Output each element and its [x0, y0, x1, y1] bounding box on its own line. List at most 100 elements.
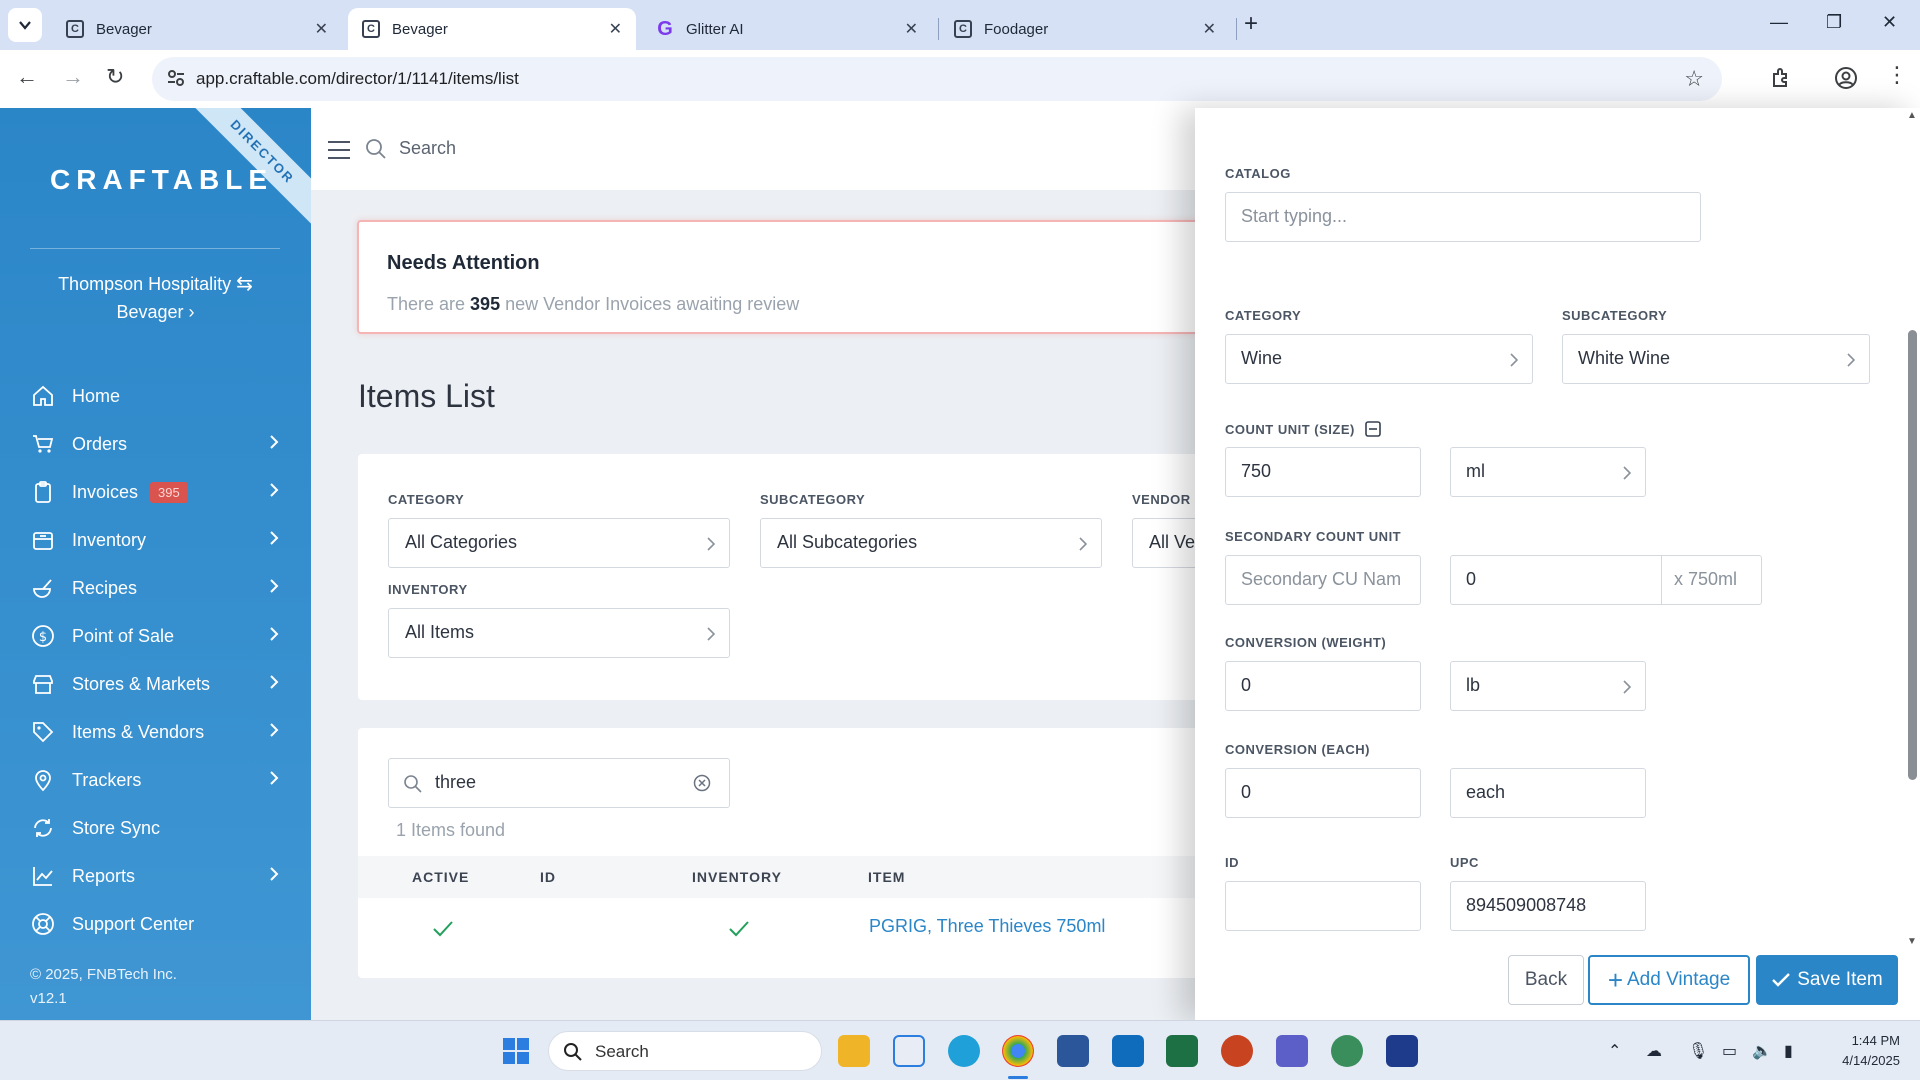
profile-icon[interactable] [1834, 66, 1858, 90]
powerpoint-icon[interactable] [1221, 1035, 1253, 1067]
sidebar-item-trackers[interactable]: Trackers [0, 756, 311, 804]
site-info-icon[interactable] [166, 68, 186, 88]
teams-icon[interactable] [1276, 1035, 1308, 1067]
snipping-tool-icon[interactable] [893, 1035, 925, 1067]
home-icon [30, 383, 56, 409]
clear-search-icon[interactable] [693, 774, 711, 792]
upc-input[interactable]: 894509008748 [1450, 881, 1646, 931]
tab-title: Glitter AI [686, 20, 744, 38]
hamburger-menu-icon[interactable] [327, 140, 351, 160]
conversion-each-uom[interactable]: each [1450, 768, 1646, 818]
edge-icon[interactable] [948, 1035, 980, 1067]
chevron-right-icon [270, 771, 279, 785]
sidebar-item-orders[interactable]: Orders [0, 420, 311, 468]
sidebar-item-store-sync[interactable]: Store Sync [0, 804, 311, 852]
count-unit-size-input[interactable]: 750 [1225, 447, 1421, 497]
global-search-input[interactable]: Search [399, 138, 456, 159]
collapse-square-icon[interactable] [1365, 421, 1381, 437]
store-icon [30, 671, 56, 697]
close-tab-icon[interactable]: ✕ [609, 19, 622, 39]
browser-menu-icon[interactable]: ⋮ [1886, 62, 1908, 88]
category-filter-select[interactable]: All Categories [388, 518, 730, 568]
inventory-filter-select[interactable]: All Items [388, 608, 730, 658]
close-tab-icon[interactable]: ✕ [905, 19, 918, 39]
sidebar-item-support-center[interactable]: Support Center [0, 900, 311, 948]
browser-tab-2[interactable]: C Bevager ✕ [348, 8, 636, 50]
browser-tab-4[interactable]: C Foodager ✕ [940, 8, 1230, 50]
sidebar-item-invoices[interactable]: Invoices 395 [0, 468, 311, 516]
category-select[interactable]: Wine [1225, 334, 1533, 384]
sidebar-item-inventory[interactable]: Inventory [0, 516, 311, 564]
id-input[interactable] [1225, 881, 1421, 931]
url-text: app.craftable.com/director/1/1141/items/… [196, 69, 519, 88]
close-window-icon[interactable]: ✕ [1882, 12, 1897, 33]
add-vintage-button[interactable]: + Add Vintage [1588, 955, 1750, 1005]
vendor-filter-select[interactable]: All Ve [1132, 518, 1195, 568]
tray-chevron-up-icon[interactable]: ⌃ [1608, 1041, 1621, 1061]
back-arrow-icon[interactable]: ← [16, 64, 38, 90]
file-explorer-icon[interactable] [838, 1035, 870, 1067]
glitter-app-icon[interactable] [1386, 1035, 1418, 1067]
col-active[interactable]: ACTIVE [412, 869, 469, 885]
back-button[interactable]: Back [1508, 955, 1584, 1005]
taskbar-search[interactable]: Search [548, 1031, 822, 1071]
excel-icon[interactable] [1166, 1035, 1198, 1067]
sidebar-item-reports[interactable]: Reports [0, 852, 311, 900]
browser-tab-1[interactable]: C Bevager ✕ [52, 8, 342, 50]
reload-icon[interactable]: ↻ [106, 64, 124, 90]
windows-start-icon[interactable] [502, 1037, 530, 1065]
col-inventory[interactable]: INVENTORY [692, 869, 782, 885]
item-link[interactable]: PGRIG, Three Thieves 750ml [869, 916, 1105, 937]
needs-attention-alert[interactable]: Needs Attention There are 395 new Vendor… [357, 220, 1195, 334]
globe-app-icon[interactable] [1331, 1035, 1363, 1067]
conversion-each-input[interactable]: 0 [1225, 768, 1421, 818]
conversion-weight-input[interactable]: 0 [1225, 661, 1421, 711]
secondary-cu-name-input[interactable]: Secondary CU Nam [1225, 555, 1421, 605]
tab-list-button[interactable] [8, 8, 42, 42]
upc-label: UPC [1450, 855, 1479, 870]
new-tab-button[interactable]: + [1244, 10, 1258, 38]
switch-arrows-icon[interactable]: ⇆ [236, 273, 253, 295]
col-item[interactable]: ITEM [868, 869, 905, 885]
secondary-cu-qty-input[interactable]: 0 [1450, 555, 1662, 605]
scroll-down-icon[interactable]: ▼ [1907, 936, 1917, 947]
outlook-icon[interactable] [1112, 1035, 1144, 1067]
address-bar[interactable]: app.craftable.com/director/1/1141/items/… [152, 57, 1722, 101]
panel-scroll-thumb[interactable] [1908, 330, 1917, 780]
chevron-right-icon [270, 867, 279, 881]
subcategory-filter-select[interactable]: All Subcategories [760, 518, 1102, 568]
sidebar-item-items-vendors[interactable]: Items & Vendors [0, 708, 311, 756]
volume-icon[interactable]: 🔈 [1752, 1041, 1772, 1061]
word-icon[interactable] [1057, 1035, 1089, 1067]
count-unit-uom-select[interactable]: ml [1450, 447, 1646, 497]
sidebar-item-point-of-sale[interactable]: $ Point of Sale [0, 612, 311, 660]
battery-icon[interactable]: ▮ [1784, 1041, 1793, 1061]
close-tab-icon[interactable]: ✕ [315, 19, 328, 39]
item-search-input[interactable]: three [388, 758, 730, 808]
browser-tab-3[interactable]: G Glitter AI ✕ [642, 8, 932, 50]
search-icon [404, 775, 422, 793]
close-tab-icon[interactable]: ✕ [1203, 19, 1216, 39]
col-id[interactable]: ID [540, 869, 556, 885]
panel-scrollbar[interactable]: ▲ ▼ [1904, 108, 1920, 1020]
save-item-button[interactable]: Save Item [1756, 955, 1898, 1005]
sidebar-item-stores-markets[interactable]: Stores & Markets [0, 660, 311, 708]
display-icon[interactable]: ▭ [1722, 1041, 1737, 1061]
minimize-icon[interactable]: — [1770, 12, 1788, 33]
system-clock[interactable]: 1:44 PM 4/14/2025 [1820, 1031, 1900, 1071]
bookmark-star-icon[interactable]: ☆ [1684, 66, 1704, 92]
conversion-weight-uom-select[interactable]: lb [1450, 661, 1646, 711]
restore-icon[interactable]: ❐ [1826, 12, 1842, 33]
forward-arrow-icon[interactable]: → [62, 64, 84, 90]
scroll-up-icon[interactable]: ▲ [1907, 110, 1917, 121]
catalog-input[interactable]: Start typing... [1225, 192, 1701, 242]
sidebar-item-home[interactable]: Home [0, 372, 311, 420]
extensions-icon[interactable] [1770, 66, 1794, 90]
sidebar-item-recipes[interactable]: Recipes [0, 564, 311, 612]
subcategory-select[interactable]: White Wine [1562, 334, 1870, 384]
chrome-icon[interactable] [1002, 1035, 1034, 1067]
onedrive-icon[interactable]: ☁ [1646, 1041, 1662, 1061]
chart-icon [30, 863, 56, 889]
microphone-icon[interactable]: 🎙 [1688, 1041, 1708, 1061]
organization-switcher[interactable]: Thompson Hospitality ⇆ Bevager › [0, 270, 311, 326]
